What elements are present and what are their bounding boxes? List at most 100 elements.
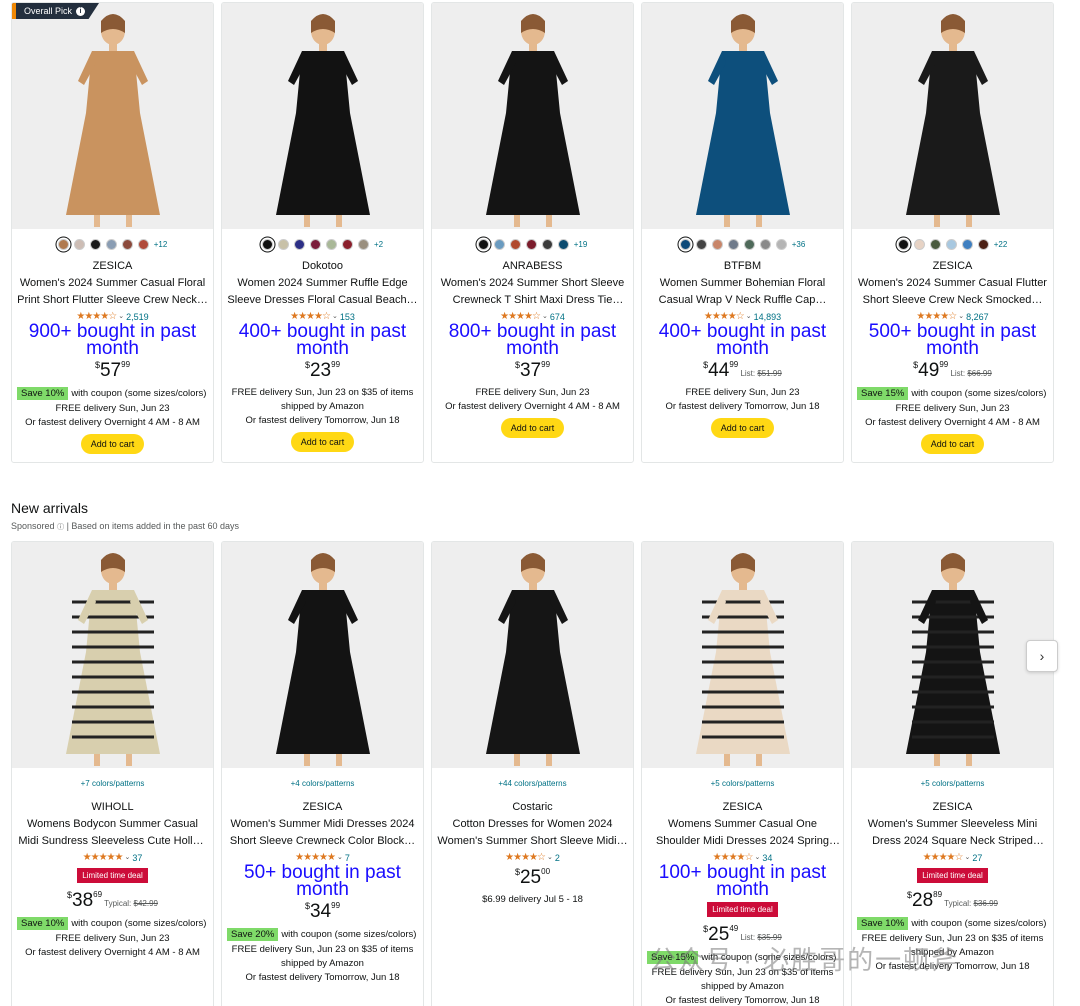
- add-to-cart-button[interactable]: Add to cart: [920, 434, 985, 454]
- product-image[interactable]: [642, 542, 843, 768]
- more-colors-link[interactable]: +36: [792, 240, 806, 249]
- color-swatch[interactable]: [679, 238, 691, 250]
- color-swatch[interactable]: [929, 238, 941, 250]
- colors-patterns-link[interactable]: +5 colors/patterns: [854, 768, 1051, 800]
- more-colors-link[interactable]: +19: [574, 240, 588, 249]
- coupon[interactable]: Save 15% with coupon (some sizes/colors): [644, 951, 841, 964]
- sponsored-label[interactable]: Sponsored: [11, 521, 55, 531]
- chevron-down-icon[interactable]: ⌄: [547, 852, 553, 864]
- product-card[interactable]: +4 colors/patterns ZESICA Women's Summer M…: [221, 541, 424, 1006]
- add-to-cart-button[interactable]: Add to cart: [710, 418, 775, 438]
- product-card[interactable]: +44 colors/patterns Costaric Cotton Dresse…: [431, 541, 634, 1006]
- info-icon[interactable]: ⓘ: [57, 524, 64, 531]
- product-title[interactable]: Women's 2024 Summer Casual Flutter Short…: [854, 275, 1051, 310]
- color-swatch[interactable]: [357, 238, 369, 250]
- color-swatch[interactable]: [897, 238, 909, 250]
- color-swatch[interactable]: [325, 238, 337, 250]
- color-swatch[interactable]: [557, 238, 569, 250]
- review-count[interactable]: 2: [555, 852, 560, 864]
- more-colors-link[interactable]: +12: [154, 240, 168, 249]
- product-image[interactable]: Overall Pick i: [12, 3, 213, 229]
- carousel-next-button[interactable]: ›: [1026, 640, 1058, 672]
- product-image[interactable]: [432, 3, 633, 229]
- color-swatch[interactable]: [293, 238, 305, 250]
- color-swatch[interactable]: [727, 238, 739, 250]
- product-title[interactable]: Cotton Dresses for Women 2024 Women's Su…: [434, 816, 631, 851]
- product-card[interactable]: +19 ANRABESS Women's 2024 Summer Short Sle…: [431, 2, 634, 463]
- product-title[interactable]: Women's 2024 Summer Casual Floral Print …: [14, 275, 211, 310]
- color-swatch[interactable]: [743, 238, 755, 250]
- color-swatch[interactable]: [945, 238, 957, 250]
- product-image[interactable]: [222, 3, 423, 229]
- color-swatch[interactable]: [105, 238, 117, 250]
- add-to-cart-button[interactable]: Add to cart: [290, 432, 355, 452]
- rating[interactable]: ★★★★☆ ⌄ 27: [854, 851, 1051, 864]
- save-badge: Save 10%: [17, 387, 69, 400]
- color-swatch[interactable]: [695, 238, 707, 250]
- add-to-cart-button[interactable]: Add to cart: [500, 418, 565, 438]
- add-to-cart-button[interactable]: Add to cart: [80, 434, 145, 454]
- color-swatch[interactable]: [711, 238, 723, 250]
- rating[interactable]: ★★★★★ ⌄ 37: [14, 851, 211, 864]
- color-swatch[interactable]: [121, 238, 133, 250]
- color-swatch[interactable]: [525, 238, 537, 250]
- rating[interactable]: ★★★★☆ ⌄ 2: [434, 851, 631, 864]
- coupon[interactable]: Save 20% with coupon (some sizes/colors): [224, 928, 421, 941]
- color-swatch[interactable]: [57, 238, 69, 250]
- color-swatch[interactable]: [261, 238, 273, 250]
- coupon[interactable]: Save 10% with coupon (some sizes/colors): [14, 387, 211, 400]
- color-swatch[interactable]: [137, 238, 149, 250]
- product-image[interactable]: [852, 3, 1053, 229]
- product-title[interactable]: Women Summer Bohemian Floral Casual Wrap…: [644, 275, 841, 310]
- product-card[interactable]: +22 ZESICA Women's 2024 Summer Casual Flut…: [851, 2, 1054, 463]
- coupon[interactable]: Save 10% with coupon (some sizes/colors): [14, 917, 211, 930]
- product-card[interactable]: +5 colors/patterns ZESICA Women's Summer S…: [851, 541, 1054, 1006]
- color-swatch[interactable]: [961, 238, 973, 250]
- product-card[interactable]: +2 Dokotoo Women 2024 Summer Ruffle Edge S…: [221, 2, 424, 463]
- brand-name: BTFBM: [723, 260, 762, 272]
- product-title[interactable]: Women 2024 Summer Ruffle Edge Sleeve Dre…: [224, 275, 421, 310]
- product-image[interactable]: [12, 542, 213, 768]
- list-price-value: $66.99: [967, 369, 992, 378]
- chevron-down-icon[interactable]: ⌄: [964, 852, 970, 864]
- review-count[interactable]: 37: [132, 852, 142, 864]
- review-count[interactable]: 27: [972, 852, 982, 864]
- color-swatch[interactable]: [477, 238, 489, 250]
- color-swatch[interactable]: [277, 238, 289, 250]
- product-image[interactable]: [432, 542, 633, 768]
- product-card[interactable]: Overall Pick i +12 ZESICA Women's 2024 Summe…: [11, 2, 214, 463]
- color-swatch[interactable]: [913, 238, 925, 250]
- product-image[interactable]: [642, 3, 843, 229]
- coupon[interactable]: Save 15% with coupon (some sizes/colors): [854, 387, 1051, 400]
- color-swatch[interactable]: [541, 238, 553, 250]
- colors-patterns-link[interactable]: +4 colors/patterns: [224, 768, 421, 800]
- product-title[interactable]: Women's Summer Midi Dresses 2024 Short S…: [224, 816, 421, 851]
- colors-patterns-link[interactable]: +7 colors/patterns: [14, 768, 211, 800]
- product-image[interactable]: [222, 542, 423, 768]
- colors-patterns-link[interactable]: +44 colors/patterns: [434, 768, 631, 800]
- color-swatch[interactable]: [73, 238, 85, 250]
- delivery-info: FREE delivery Sun, Jun 23 on $35 of item…: [231, 944, 414, 955]
- color-swatch[interactable]: [493, 238, 505, 250]
- product-title[interactable]: Women's 2024 Summer Short Sleeve Crewnec…: [434, 275, 631, 310]
- chevron-down-icon[interactable]: ⌄: [124, 852, 130, 864]
- more-colors-link[interactable]: +2: [374, 240, 383, 249]
- color-swatch[interactable]: [759, 238, 771, 250]
- product-title[interactable]: Womens Summer Casual One Shoulder Midi D…: [644, 816, 841, 851]
- product-card[interactable]: +5 colors/patterns ZESICA Womens Summer Ca…: [641, 541, 844, 1006]
- product-title[interactable]: Womens Bodycon Summer Casual Midi Sundre…: [14, 816, 211, 851]
- color-swatch[interactable]: [341, 238, 353, 250]
- more-colors-link[interactable]: +22: [994, 240, 1008, 249]
- colors-patterns-link[interactable]: +5 colors/patterns: [644, 768, 841, 800]
- coupon[interactable]: Save 10% with coupon (some sizes/colors): [854, 917, 1051, 930]
- product-image[interactable]: [852, 542, 1053, 768]
- color-swatch[interactable]: [89, 238, 101, 250]
- color-swatch[interactable]: [977, 238, 989, 250]
- product-card[interactable]: +7 colors/patterns WIHOLL Womens Bodycon S…: [11, 541, 214, 1006]
- info-icon[interactable]: i: [76, 6, 86, 16]
- color-swatch[interactable]: [775, 238, 787, 250]
- product-title[interactable]: Women's Summer Sleeveless Mini Dress 202…: [854, 816, 1051, 851]
- product-card[interactable]: +36 BTFBM Women Summer Bohemian Floral Cas…: [641, 2, 844, 463]
- color-swatch[interactable]: [309, 238, 321, 250]
- color-swatch[interactable]: [509, 238, 521, 250]
